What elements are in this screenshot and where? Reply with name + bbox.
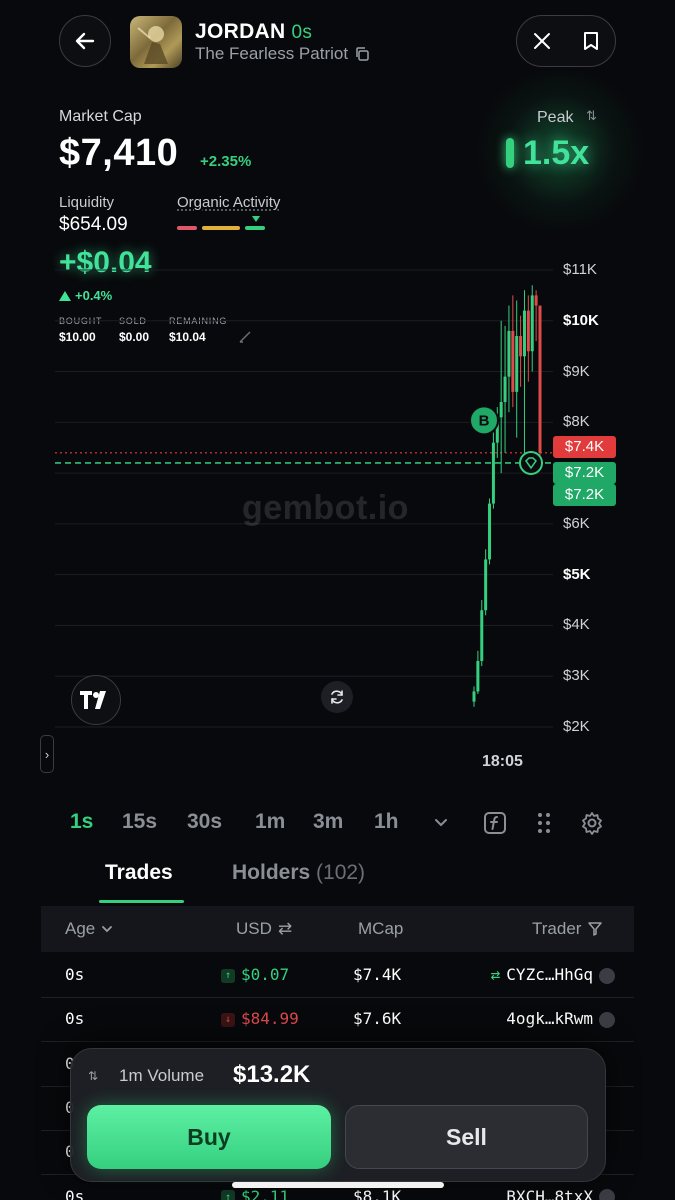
candle-body [472,691,476,702]
y-tick-label: $8K [563,413,590,431]
timeframe-3m[interactable]: 3m [313,810,343,834]
buy-button[interactable]: Buy [87,1105,331,1169]
y-tick-label: $10K [563,311,599,329]
candle-body [503,376,507,403]
trader-avatar-icon[interactable] [599,967,615,984]
tab-active-underline [99,900,184,903]
chart-settings-button[interactable] [579,810,605,836]
y-tick-label: $9K [563,362,590,380]
candle-body [511,330,515,392]
column-trader-label: Trader [532,919,582,938]
price-tag: $7.2K [553,461,616,484]
dots-grid-icon [538,813,550,833]
position-marker [519,450,543,475]
column-mcap-label: MCap [358,919,404,938]
candle-body [522,310,526,357]
arrow-up-icon: ↑ [221,968,235,983]
timeframe-1h[interactable]: 1h [374,810,399,834]
timeframe-dropdown[interactable] [428,810,454,836]
arrow-down-icon: ↓ [221,1012,235,1027]
candle-body [515,336,519,392]
table-row[interactable]: 0s ↑ $0.07 $7.4K ⇄ CYZc…HhGq [41,953,634,998]
candle-body [538,305,542,453]
trader-avatar-icon[interactable] [599,1189,615,1200]
candle-body [491,442,495,504]
buy-marker-label: B [479,412,490,429]
candle-body [499,402,503,418]
swap-icon: ⇄ [490,965,501,984]
function-icon [484,812,506,834]
usd-cell: ↓ $84.99 [221,1009,299,1028]
column-age-label: Age [65,919,96,938]
candle-body [480,610,484,661]
column-usd-label: USD [236,919,272,938]
column-trader[interactable]: Trader [532,919,603,939]
refresh-icon [331,690,343,704]
chevron-down-icon [102,926,113,933]
sell-button[interactable]: Sell [345,1105,588,1169]
usd-cell: ↑ $2.11 [221,1187,289,1200]
mcap-cell: $8.1K [353,1186,402,1200]
candle-body [526,310,530,352]
y-tick-label: $11K [563,261,597,278]
chevron-right-icon: › [44,746,50,762]
candle-body [534,295,538,306]
expand-side-tab[interactable]: › [40,735,54,773]
candle-body [476,660,480,692]
mcap-cell: $7.6K [353,1009,402,1029]
indicators-button[interactable] [482,810,508,836]
watermark: gembot.io [242,489,409,527]
trader-cell: BXCH…8txX [465,1187,615,1200]
time-axis-label: 18:05 [482,753,523,770]
gear-icon [582,812,602,835]
price-tag: $7.4K [553,435,616,458]
y-tick-label: $2K [563,718,590,735]
swap-arrows-icon: ⇄ [277,919,293,938]
trader-avatar-icon[interactable] [599,1011,615,1028]
usd-cell: ↑ $0.07 [221,965,289,984]
volume-label: 1m Volume [119,1066,205,1085]
y-tick-label: $5K [563,565,591,583]
timeframe-1s[interactable]: 1s [70,810,93,834]
holders-count: (102) [316,861,366,884]
filter-icon [588,922,603,936]
age-cell: 0s [65,1186,85,1200]
age-cell: 0s [65,965,85,984]
trader-cell: 4ogk…kRwm [465,1009,615,1028]
volume-toggle-icon[interactable]: ⇅ [88,1069,98,1083]
tradingview-icon [80,691,106,709]
candle-body [484,559,488,611]
refresh-button[interactable] [321,681,353,713]
column-age[interactable]: Age [65,919,113,939]
candle-body [488,503,492,560]
chevron-down-icon [435,819,447,827]
y-tick-label: $4K [563,616,590,634]
candle-body [507,330,511,377]
y-tick-label: $6K [563,514,590,532]
layout-button[interactable] [531,810,557,836]
tab-trades[interactable]: Trades [105,861,173,885]
tradingview-logo[interactable] [71,675,121,725]
price-tag: $7.2K [553,483,616,506]
tab-holders[interactable]: Holders (102) [232,861,365,885]
trader-cell: ⇄ CYZc…HhGq [465,965,615,984]
timeframe-1m[interactable]: 1m [255,810,285,834]
candle-body [530,295,534,352]
table-row[interactable]: 0s ↓ $84.99 $7.6K 4ogk…kRwm [41,997,634,1043]
arrow-up-icon: ↑ [221,1190,235,1200]
home-indicator [232,1182,444,1188]
mcap-cell: $7.4K [353,965,402,984]
candle-body [519,336,523,357]
timeframe-15s[interactable]: 15s [122,810,157,834]
age-cell: 0s [65,1009,85,1029]
volume-value: $13.2K [233,1061,311,1088]
tab-holders-label: Holders [232,861,311,884]
column-usd[interactable]: USD ⇄ [236,919,292,939]
column-mcap[interactable]: MCap [358,919,403,939]
y-tick-label: $3K [563,667,590,685]
timeframe-30s[interactable]: 30s [187,810,222,834]
